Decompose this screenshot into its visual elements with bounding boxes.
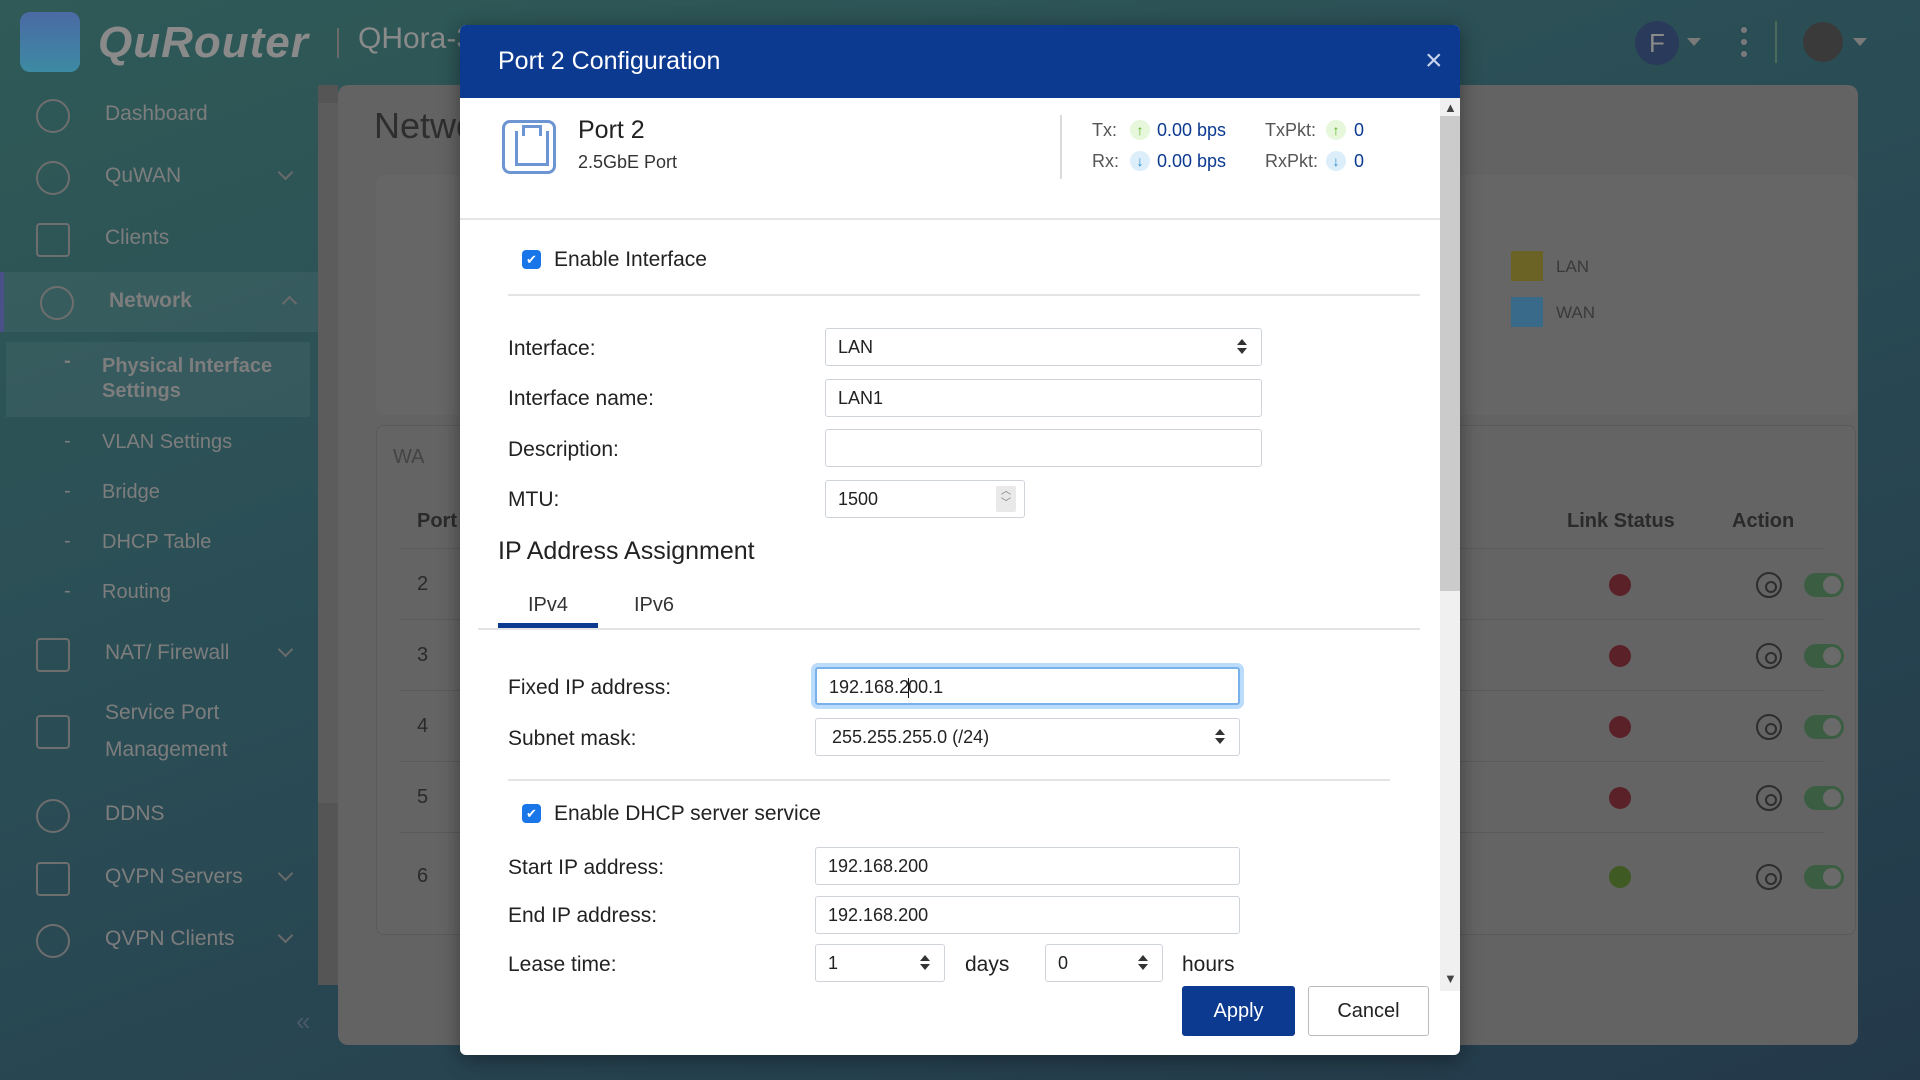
checkbox-label: Enable DHCP server service (554, 802, 821, 825)
days-unit: days (965, 953, 1010, 976)
rx-value: 0.00 bps (1157, 151, 1227, 171)
mtu-stepper[interactable]: 1500 ︿ ﹀ (825, 480, 1025, 518)
lease-days-value: 1 (828, 953, 839, 973)
end-ip-input[interactable] (815, 896, 1240, 934)
select-arrows-icon (1215, 729, 1225, 747)
start-ip-label: Start IP address: (508, 856, 665, 879)
port-summary: Port 2 2.5GbE Port Tx: ↑ 0.00 bps Rx: ↓ … (460, 98, 1440, 220)
select-arrows-icon (920, 955, 930, 973)
dialog-footer: Apply Cancel (460, 975, 1440, 1055)
scrollbar-thumb[interactable] (1440, 116, 1460, 591)
checkbox-checked-icon[interactable]: ✔ (522, 804, 541, 823)
ip-assignment-title: IP Address Assignment (498, 537, 755, 565)
interface-name-label: Interface name: (508, 387, 654, 410)
scroll-down-icon[interactable]: ▼ (1444, 971, 1457, 986)
subnet-mask-select[interactable]: 255.255.255.0 (/24) (815, 718, 1240, 756)
hours-unit: hours (1182, 953, 1235, 976)
start-ip-input[interactable] (815, 847, 1240, 885)
port-type: 2.5GbE Port (578, 152, 678, 172)
interface-label: Interface: (508, 337, 596, 360)
scroll-up-icon[interactable]: ▲ (1444, 100, 1457, 115)
txpkt-label: TxPkt: (1265, 120, 1317, 140)
port-name: Port 2 (578, 116, 645, 144)
dialog-header: Port 2 Configuration × (460, 25, 1460, 98)
port-configuration-dialog: Port 2 Configuration × Port 2 2.5GbE Por… (460, 25, 1460, 1055)
divider (508, 779, 1390, 781)
select-arrows-icon (1138, 955, 1148, 973)
dialog-scrollbar[interactable]: ▲ ▼ (1440, 98, 1460, 991)
lease-time-label: Lease time: (508, 953, 617, 976)
end-ip-label: End IP address: (508, 904, 658, 927)
subnet-mask-value: 255.255.255.0 (/24) (832, 727, 990, 747)
rxpkt-value: 0 (1354, 151, 1365, 171)
mtu-label: MTU: (508, 488, 560, 511)
dialog-body: ✔ Enable Interface Interface: LAN Interf… (460, 220, 1440, 982)
stats-divider (1060, 115, 1062, 179)
interface-name-input[interactable] (825, 379, 1262, 417)
tx-label: Tx: (1092, 120, 1117, 140)
txpkt-value: 0 (1354, 120, 1365, 140)
divider (508, 294, 1420, 296)
description-input[interactable] (825, 429, 1262, 467)
tab-ipv6[interactable]: IPv6 (634, 594, 674, 617)
tab-ipv4[interactable]: IPv4 (528, 594, 568, 617)
mtu-value: 1500 (838, 489, 879, 509)
arrow-down-icon: ↓ (1326, 151, 1346, 171)
arrow-down-icon: ↓ (1130, 151, 1150, 171)
rx-label: Rx: (1092, 151, 1119, 171)
dialog-title: Port 2 Configuration (498, 47, 721, 75)
fixed-ip-label: Fixed IP address: (508, 676, 672, 699)
fixed-ip-input[interactable]: 192.168.200.1 (815, 667, 1240, 705)
checkbox-checked-icon[interactable]: ✔ (522, 250, 541, 269)
rxpkt-label: RxPkt: (1265, 151, 1319, 171)
checkbox-label: Enable Interface (554, 248, 707, 271)
arrow-up-icon: ↑ (1326, 120, 1346, 140)
interface-select-value: LAN (838, 337, 874, 357)
apply-button[interactable]: Apply (1182, 986, 1295, 1036)
arrow-up-icon: ↑ (1130, 120, 1150, 140)
tx-value: 0.00 bps (1157, 120, 1227, 140)
spinner-arrows-icon[interactable]: ︿ ﹀ (996, 486, 1016, 512)
fixed-ip-text-before: 192.168.2 (829, 677, 910, 697)
description-label: Description: (508, 438, 619, 461)
tabs-divider (478, 628, 1420, 630)
ethernet-port-icon (502, 120, 556, 174)
fixed-ip-text-after: 00.1 (908, 677, 944, 697)
select-arrows-icon (1237, 339, 1247, 357)
close-icon[interactable]: × (1425, 46, 1443, 76)
lease-hours-value: 0 (1058, 953, 1069, 973)
cancel-button[interactable]: Cancel (1308, 986, 1429, 1036)
subnet-mask-label: Subnet mask: (508, 727, 637, 750)
interface-select[interactable]: LAN (825, 328, 1262, 366)
